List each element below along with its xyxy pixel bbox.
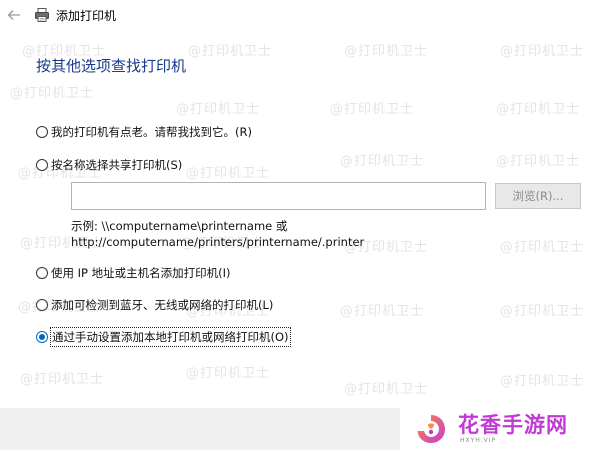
radio-manual-local-or-network[interactable] [36, 331, 48, 343]
option-manual-local-or-network[interactable]: 通过手动设置添加本地打印机或网络打印机(O) [36, 327, 291, 347]
watermark: @打印机卫士 [340, 154, 425, 169]
option-ip-address[interactable]: 使用 IP 地址或主机名添加打印机(I) [36, 264, 231, 282]
brand-text: 花香手游网 HXYH.VIP [458, 413, 568, 445]
example-line-2: http://computername/printers/printername… [71, 235, 365, 249]
printer-icon [35, 8, 49, 22]
watermark: @打印机卫士 [500, 44, 585, 59]
option-old-printer[interactable]: 我的打印机有点老。请帮我找到它。(R) [36, 123, 252, 141]
option-label: 按名称选择共享打印机(S) [51, 158, 183, 172]
watermark: @打印机卫士 [496, 154, 581, 169]
shared-printer-name-input[interactable] [71, 182, 486, 210]
back-arrow-icon[interactable] [7, 8, 21, 22]
watermark: @打印机卫士 [344, 382, 429, 397]
watermark: @打印机卫士 [344, 44, 429, 59]
option-bluetooth-wireless-network[interactable]: 添加可检测到蓝牙、无线或网络的打印机(L) [36, 296, 273, 314]
radio-bluetooth-wireless-network[interactable] [36, 299, 48, 311]
watermark: @打印机卫士 [10, 86, 95, 101]
watermark: @打印机卫士 [500, 374, 585, 389]
watermark: @打印机卫士 [340, 304, 425, 319]
radio-old-printer[interactable] [36, 126, 48, 138]
watermark: @打印机卫士 [500, 240, 585, 255]
watermark: @打印机卫士 [496, 102, 581, 117]
watermark: @打印机卫士 [188, 44, 273, 59]
window-title: 添加打印机 [56, 9, 117, 23]
browse-button[interactable]: 浏览(R)... [495, 183, 581, 209]
option-label: 使用 IP 地址或主机名添加打印机(I) [51, 266, 231, 280]
title-bar: 添加打印机 [0, 0, 600, 32]
brand-url: HXYH.VIP [460, 437, 497, 444]
option-label: 我的打印机有点老。请帮我找到它。(R) [51, 125, 252, 139]
option-label: 添加可检测到蓝牙、无线或网络的打印机(L) [51, 298, 274, 312]
brand-name: 花香手游网 [458, 413, 568, 437]
watermark: @打印机卫士 [186, 166, 271, 181]
watermark: @打印机卫士 [186, 366, 271, 381]
radio-shared-printer-by-name[interactable] [36, 159, 48, 171]
watermark: @打印机卫士 [500, 304, 585, 319]
flower-logo-icon [417, 415, 445, 443]
example-line-1: 示例: \\computername\printername 或 [71, 219, 288, 233]
watermark: @打印机卫士 [20, 372, 105, 387]
radio-ip-address[interactable] [36, 267, 48, 279]
watermark: @打印机卫士 [176, 102, 261, 117]
page-heading: 按其他选项查找打印机 [36, 57, 187, 75]
brand-logo: 花香手游网 HXYH.VIP [400, 408, 600, 450]
option-label: 通过手动设置添加本地打印机或网络打印机(O) [50, 327, 291, 347]
option-shared-printer-by-name[interactable]: 按名称选择共享打印机(S) [36, 156, 182, 174]
watermark: @打印机卫士 [330, 102, 415, 117]
